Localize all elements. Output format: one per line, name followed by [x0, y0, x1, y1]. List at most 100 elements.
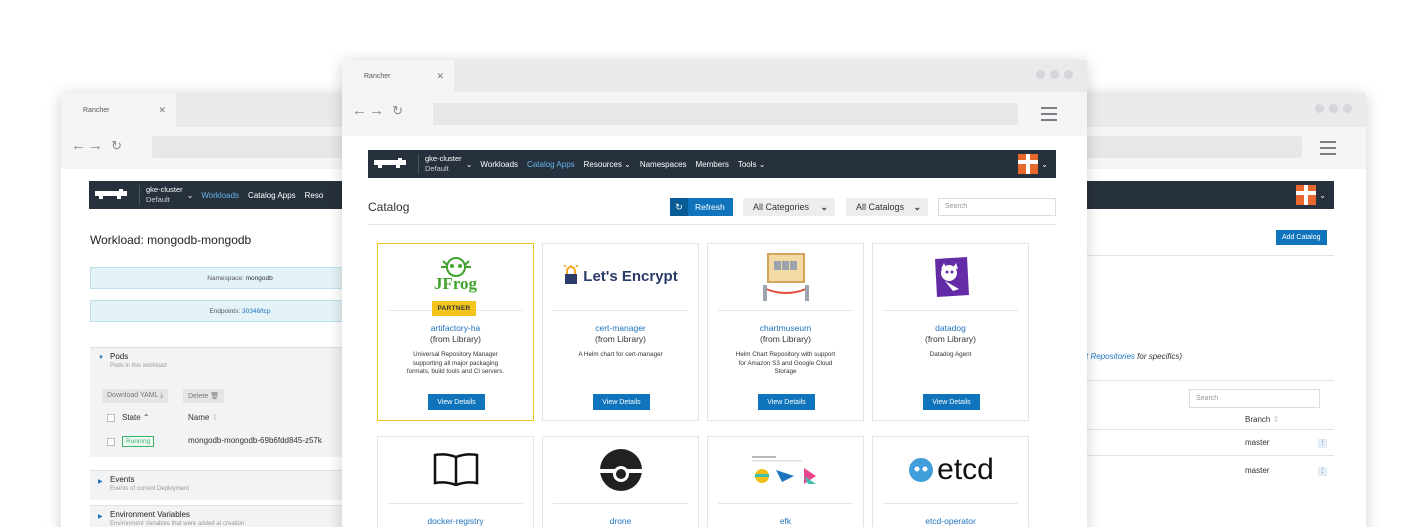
reload-icon[interactable]: ↻ — [111, 138, 124, 153]
forward-arrow-icon[interactable]: → — [369, 102, 386, 119]
nav-namespaces[interactable]: Namespaces — [640, 160, 687, 169]
address-bar[interactable] — [433, 103, 1018, 125]
view-details-button[interactable]: View Details — [923, 394, 980, 410]
refresh-icon: ↻ — [670, 198, 688, 216]
nav-tools[interactable]: Tools ⌄ — [738, 160, 766, 169]
catalog-card-chartmuseum[interactable]: chartmuseum (from Library) Helm Chart Re… — [707, 243, 864, 421]
endpoints-link[interactable]: 30348/tcp — [242, 308, 271, 315]
card-name-link[interactable]: chartmuseum — [708, 323, 863, 333]
page-title: Catalog — [368, 200, 410, 214]
catalog-card-datadog[interactable]: datadog (from Library) Datadog Agent Vie… — [872, 243, 1029, 421]
card-name-link[interactable]: docker-registry — [378, 516, 533, 526]
card-name-link[interactable]: efk — [708, 516, 863, 526]
pod-name-link[interactable]: mongodb-mongodb-69b6fdd845-z57k — [188, 436, 322, 445]
repositories-link[interactable]: t Repositories — [1086, 352, 1135, 361]
chevron-down-icon[interactable]: ⌄ — [187, 191, 194, 200]
divider — [718, 503, 853, 504]
catalog-card-cert-manager[interactable]: Let's Encrypt cert-manager (from Library… — [542, 243, 699, 421]
search-input[interactable]: Search — [1189, 389, 1320, 408]
catalog-card-artifactory-ha[interactable]: JFrog PARTNER artifactory-ha (from Libra… — [377, 243, 534, 421]
sort-icon: ⇕ — [211, 413, 219, 422]
rancher-logo-icon[interactable] — [93, 186, 129, 204]
catalog-card-drone[interactable]: drone — [542, 436, 699, 527]
browser-nav-icons: ←→ ↻ — [352, 102, 405, 119]
card-name-link[interactable]: drone — [543, 516, 698, 526]
divider — [553, 503, 688, 504]
forward-arrow-icon[interactable]: → — [88, 137, 105, 154]
menu-icon[interactable] — [1320, 141, 1336, 159]
refresh-button[interactable]: ↻ Refresh — [670, 198, 733, 216]
window-dot-icon[interactable] — [1329, 104, 1338, 113]
state-column-header[interactable]: State ⌃ — [122, 413, 150, 422]
pods-title[interactable]: Pods — [110, 352, 128, 361]
row-menu-icon[interactable]: ⋮ — [1318, 439, 1327, 448]
card-name-link[interactable]: artifactory-ha — [378, 323, 533, 333]
search-input[interactable]: Search — [938, 198, 1056, 216]
padlock-icon — [563, 264, 579, 284]
branch-column-header[interactable]: Branch ⇕ — [1245, 415, 1279, 424]
chevron-down-icon: ⌄ — [624, 159, 631, 169]
delete-button[interactable]: Delete 🗑 — [183, 389, 225, 403]
divider — [553, 310, 688, 311]
env-vars-title[interactable]: Environment Variables — [110, 510, 190, 519]
view-details-button[interactable]: View Details — [593, 394, 650, 410]
view-details-button[interactable]: View Details — [758, 394, 815, 410]
branch-column-label: Branch — [1245, 415, 1271, 424]
category-select[interactable]: All Categories ⌄ — [743, 198, 835, 216]
chevron-down-icon[interactable]: ⌄ — [466, 160, 473, 169]
caret-right-icon[interactable]: ▶ — [98, 478, 103, 485]
close-tab-icon[interactable]: ✕ — [436, 71, 444, 82]
nav-resources[interactable]: Resources ⌄ — [584, 160, 631, 169]
cluster-switcher[interactable]: gke-cluster Default — [418, 154, 462, 174]
tab-title: Rancher — [83, 106, 110, 114]
window-dot-icon[interactable] — [1050, 70, 1059, 79]
card-name-link[interactable]: datadog — [873, 323, 1028, 333]
nav-catalog-apps[interactable]: Catalog Apps — [527, 160, 575, 169]
help-text: t Repositories for specifics) — [1086, 352, 1182, 361]
window-dot-icon[interactable] — [1343, 104, 1352, 113]
catalog-select[interactable]: All Catalogs ⌄ — [846, 198, 928, 216]
nav-workloads[interactable]: Workloads — [201, 191, 239, 200]
card-name-link[interactable]: etcd-operator — [873, 516, 1028, 526]
catalog-card-etcd-operator[interactable]: etcd etcd-operator — [872, 436, 1029, 527]
view-details-button[interactable]: View Details — [428, 394, 485, 410]
row-menu-icon[interactable]: ⋮ — [1318, 467, 1327, 476]
card-name-link[interactable]: cert-manager — [543, 323, 698, 333]
window-dot-icon[interactable] — [1036, 70, 1045, 79]
tab-bar: Rancher ✕ — [342, 60, 1087, 92]
project-name: Default — [146, 195, 170, 204]
browser-toolbar: ←→ ↻ — [342, 92, 1087, 136]
row-checkbox[interactable] — [107, 438, 115, 446]
window-dot-icon[interactable] — [1315, 104, 1324, 113]
menu-icon[interactable] — [1041, 107, 1057, 125]
museum-easel-icon — [762, 252, 809, 301]
events-title[interactable]: Events — [110, 475, 134, 484]
download-yaml-button[interactable]: Download YAML ⤓ — [102, 389, 169, 403]
close-tab-icon[interactable]: ✕ — [158, 105, 166, 116]
nav-resources[interactable]: Reso — [305, 191, 324, 200]
back-arrow-icon[interactable]: ← — [71, 137, 88, 154]
caret-down-icon[interactable]: ▼ — [98, 355, 104, 361]
browser-tab[interactable]: Rancher ✕ — [342, 60, 454, 92]
reload-icon[interactable]: ↻ — [392, 103, 405, 118]
nav-members[interactable]: Members — [696, 160, 729, 169]
window-dot-icon[interactable] — [1064, 70, 1073, 79]
user-menu[interactable]: ⌄ — [1018, 154, 1048, 174]
name-column-header[interactable]: Name ⇕ — [188, 413, 218, 422]
catalog-card-docker-registry[interactable]: docker-registry — [377, 436, 534, 527]
add-catalog-button[interactable]: Add Catalog — [1276, 230, 1327, 245]
back-arrow-icon[interactable]: ← — [352, 102, 369, 119]
efk-stack-icon — [751, 455, 816, 484]
jfrog-wordmark: JFrog — [433, 274, 478, 293]
branch-cell: master — [1245, 466, 1270, 475]
caret-right-icon[interactable]: ▶ — [98, 513, 103, 520]
cluster-switcher[interactable]: gke-cluster Default — [139, 185, 183, 205]
select-all-checkbox[interactable] — [107, 414, 115, 422]
nav-catalog-apps[interactable]: Catalog Apps — [248, 191, 296, 200]
browser-tab[interactable]: Rancher ✕ — [61, 93, 176, 127]
user-menu[interactable]: ⌄ — [1296, 185, 1326, 205]
rancher-logo-icon[interactable] — [372, 155, 408, 173]
rancher-header: gke-cluster Default ⌄ Workloads Catalog … — [368, 150, 1056, 178]
catalog-card-efk[interactable]: efk — [707, 436, 864, 527]
nav-workloads[interactable]: Workloads — [480, 160, 518, 169]
